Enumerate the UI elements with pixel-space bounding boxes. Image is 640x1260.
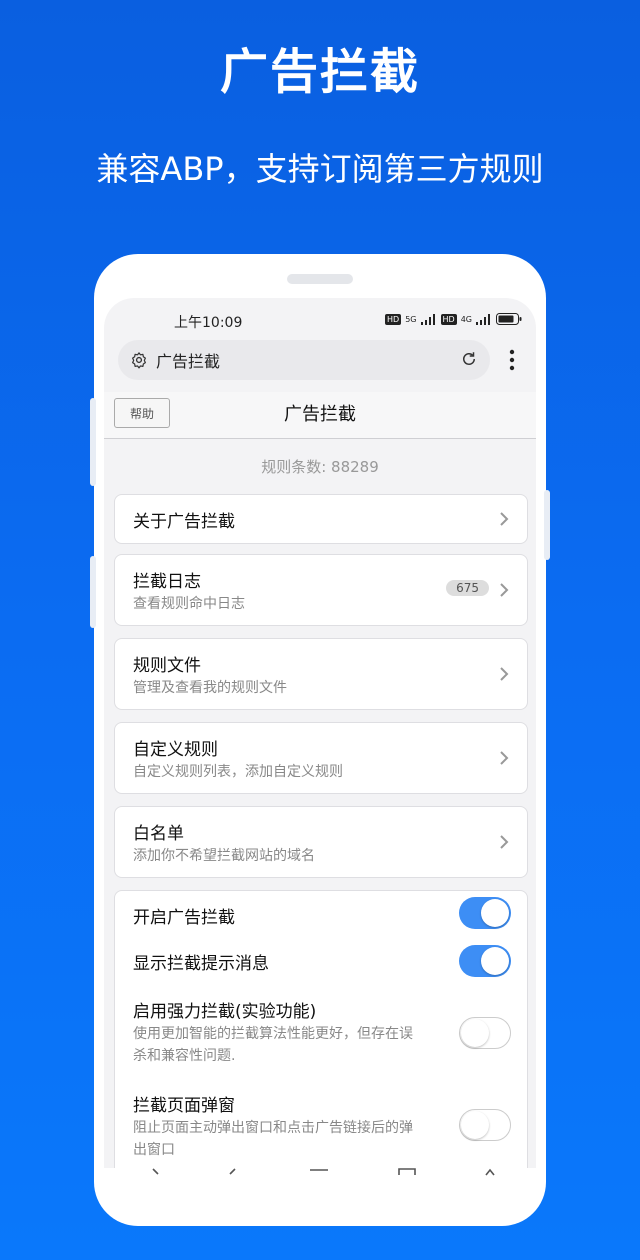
home-icon[interactable] xyxy=(484,1168,496,1176)
chevron-right-icon xyxy=(500,667,509,681)
toggle-knob xyxy=(481,899,509,927)
phone-frame: 上午10:09 HD 5G HD 4G 广告拦截 帮助 广告拦截 规则条数: 8… xyxy=(90,254,550,1226)
menu-item-subtitle: 管理及查看我的规则文件 xyxy=(133,680,287,696)
setting-desc: 杀和兼容性问题. xyxy=(133,1048,236,1064)
page-title: 广告拦截 xyxy=(284,404,356,425)
toggle-knob xyxy=(461,1111,489,1139)
chevron-right-icon xyxy=(500,583,509,597)
toggle-show-block-message[interactable] xyxy=(459,945,511,977)
settings-card: 开启广告拦截 显示拦截提示消息 启用强力拦截(实验功能) 使用更加智能的拦截算法… xyxy=(114,890,528,1168)
menu-item-title: 白名单 xyxy=(133,824,184,844)
setting-title: 拦截页面弹窗 xyxy=(133,1096,235,1116)
gear-icon[interactable] xyxy=(130,351,148,369)
phone-speaker xyxy=(287,274,353,284)
toggle-enable-adblock[interactable] xyxy=(459,897,511,929)
setting-desc: 阻止页面主动弹出窗口和点击广告链接后的弹 xyxy=(133,1120,413,1136)
menu-item-whitelist[interactable]: 白名单 添加你不希望拦截网站的域名 xyxy=(114,806,528,878)
menu-item-custom-rules[interactable]: 自定义规则 自定义规则列表，添加自定义规则 xyxy=(114,722,528,794)
menu-item-subtitle: 添加你不希望拦截网站的域名 xyxy=(133,848,315,864)
chevron-right-icon xyxy=(500,835,509,849)
toggle-block-popups[interactable] xyxy=(459,1109,511,1141)
promo-title: 广告拦截 xyxy=(219,44,420,100)
url-bar[interactable]: 广告拦截 xyxy=(118,340,490,380)
hd-badge-2: HD xyxy=(440,313,457,325)
tabs-icon[interactable] xyxy=(398,1168,416,1176)
back-icon[interactable] xyxy=(148,1168,160,1176)
net-5g-label: 5G xyxy=(405,314,417,324)
menu-item-about[interactable]: 关于广告拦截 xyxy=(114,494,528,544)
signal-icon-2 xyxy=(476,313,490,325)
phone-screen: 上午10:09 HD 5G HD 4G 广告拦截 帮助 广告拦截 规则条数: 8… xyxy=(104,298,536,1168)
promo-subtitle: 兼容ABP，支持订阅第三方规则 xyxy=(96,150,544,188)
menu-item-subtitle: 查看规则命中日志 xyxy=(133,596,245,612)
status-bar: 上午10:09 HD 5G HD 4G xyxy=(104,312,536,332)
reload-icon[interactable] xyxy=(460,350,478,368)
bottom-nav-bar xyxy=(104,1168,536,1188)
chevron-right-icon xyxy=(500,512,509,526)
hd-badge: HD xyxy=(385,313,402,325)
net-4g-label: 4G xyxy=(460,314,472,324)
status-icons: HD 5G HD 4G xyxy=(385,313,522,325)
phone-side-button-right xyxy=(544,490,550,560)
page-header: 帮助 广告拦截 xyxy=(104,392,536,439)
battery-icon xyxy=(496,313,522,325)
menu-icon[interactable] xyxy=(310,1168,328,1174)
menu-item-title: 关于广告拦截 xyxy=(133,512,235,532)
menu-item-title: 拦截日志 xyxy=(133,572,201,592)
rule-count: 规则条数: 88289 xyxy=(261,458,379,476)
menu-item-title: 自定义规则 xyxy=(133,740,218,760)
menu-item-log[interactable]: 拦截日志 查看规则命中日志 675 xyxy=(114,554,528,626)
more-menu-icon[interactable] xyxy=(502,346,522,374)
phone-side-button-left-2 xyxy=(90,556,96,628)
toggle-strong-block[interactable] xyxy=(459,1017,511,1049)
menu-item-title: 规则文件 xyxy=(133,656,201,676)
signal-icon xyxy=(420,313,435,325)
toggle-knob xyxy=(461,1019,489,1047)
setting-title: 显示拦截提示消息 xyxy=(133,954,269,974)
setting-title: 开启广告拦截 xyxy=(133,908,235,928)
setting-title: 启用强力拦截(实验功能) xyxy=(133,1002,317,1022)
log-count-badge: 675 xyxy=(446,580,489,596)
menu-item-rule-files[interactable]: 规则文件 管理及查看我的规则文件 xyxy=(114,638,528,710)
url-bar-text: 广告拦截 xyxy=(156,352,221,371)
setting-desc: 出窗口 xyxy=(133,1142,175,1158)
forward-icon[interactable] xyxy=(228,1168,240,1176)
setting-desc: 使用更加智能的拦截算法性能更好，但存在误 xyxy=(133,1026,413,1042)
menu-item-subtitle: 自定义规则列表，添加自定义规则 xyxy=(133,764,343,780)
toggle-knob xyxy=(481,947,509,975)
status-time: 上午10:09 xyxy=(174,315,243,331)
phone-side-button-left-1 xyxy=(90,398,96,486)
chevron-right-icon xyxy=(500,751,509,765)
